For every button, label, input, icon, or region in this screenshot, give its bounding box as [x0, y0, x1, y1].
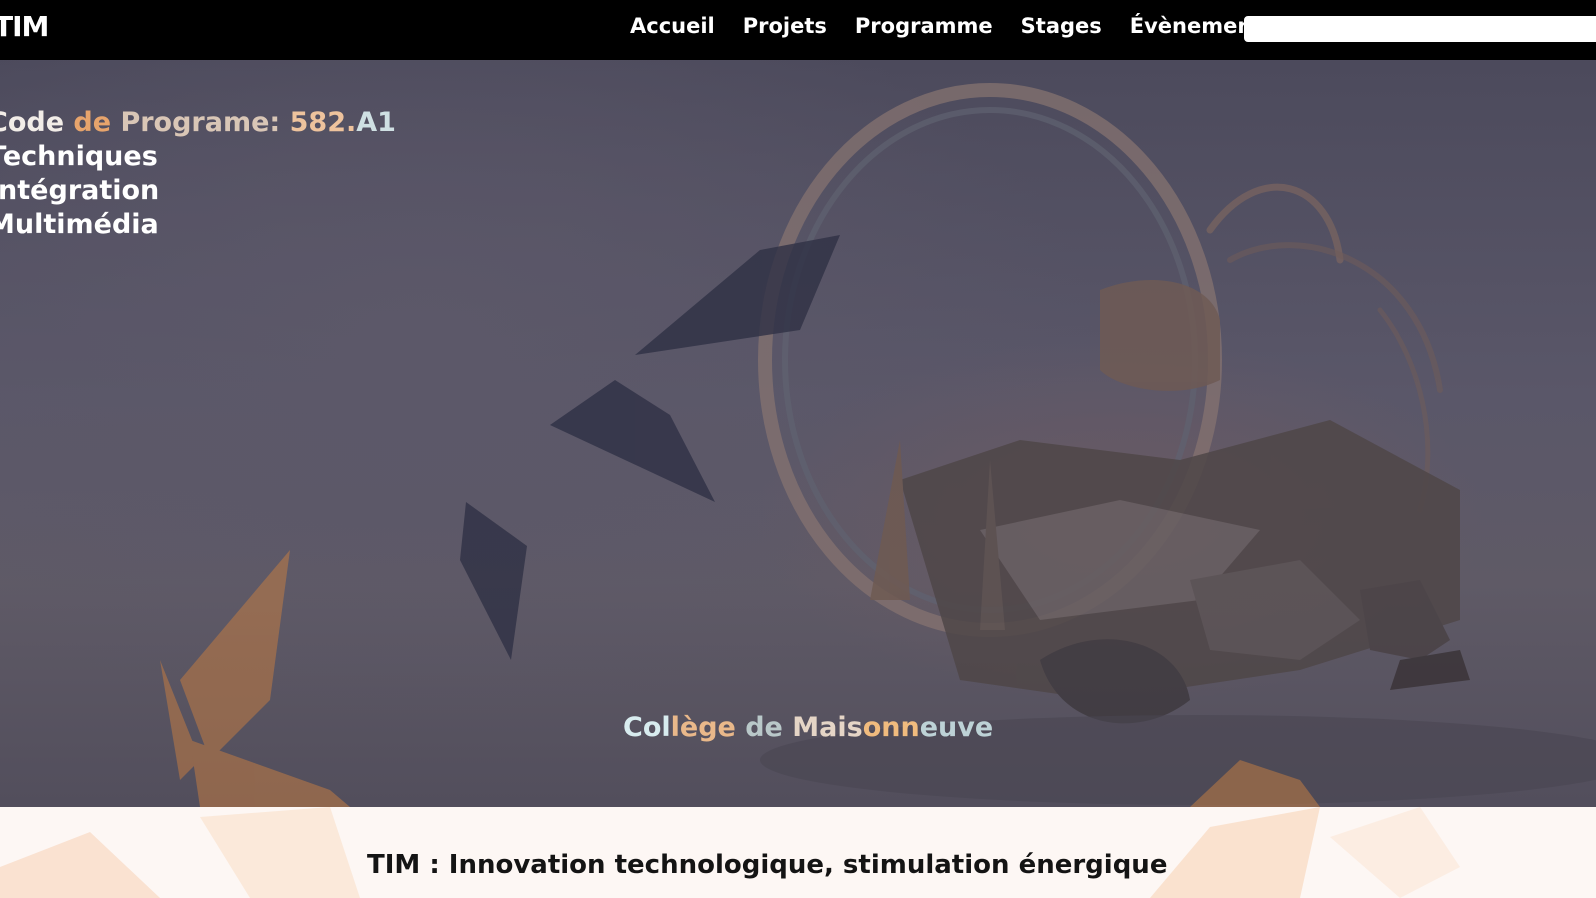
program-name-line: Multimédia — [0, 209, 159, 240]
college-name-part: onn — [862, 712, 920, 743]
college-name-part: Col — [623, 712, 671, 743]
program-code-word: Code — [0, 107, 65, 138]
college-name-part: lège — [670, 712, 746, 743]
site-logo[interactable]: TIM — [0, 10, 49, 43]
college-name-part: de — [745, 712, 793, 743]
program-code-word: de — [73, 107, 121, 138]
top-navigation-bar: TIM Accueil Projets Programme Stages Évè… — [0, 0, 1596, 60]
program-code-number: 582. — [289, 107, 357, 138]
hero-banner: Code de Programe: 582.A1 Techniques Inté… — [0, 60, 1596, 807]
program-code-number: A1 — [356, 107, 396, 138]
college-name: Collège de Maisonneuve — [623, 712, 993, 743]
section-tagline: TIM : Innovation technologique, stimulat… — [367, 850, 1168, 880]
college-name-part: euve — [919, 712, 994, 743]
program-name-line: Techniques — [0, 141, 158, 172]
nav-link-projets[interactable]: Projets — [743, 14, 827, 38]
program-code-word: Programe: — [120, 107, 290, 138]
program-name-line: Intégration — [0, 175, 160, 206]
program-info: Code de Programe: 582.A1 Techniques Inté… — [0, 106, 396, 242]
nav-link-programme[interactable]: Programme — [855, 14, 993, 38]
program-code-line: Code de Programe: 582.A1 — [0, 106, 396, 140]
main-nav: Accueil Projets Programme Stages Évèneme… — [630, 14, 1303, 38]
college-name-part: Mais — [792, 712, 863, 743]
nav-link-stages[interactable]: Stages — [1021, 14, 1102, 38]
search-input[interactable] — [1244, 16, 1596, 42]
nav-link-accueil[interactable]: Accueil — [630, 14, 715, 38]
